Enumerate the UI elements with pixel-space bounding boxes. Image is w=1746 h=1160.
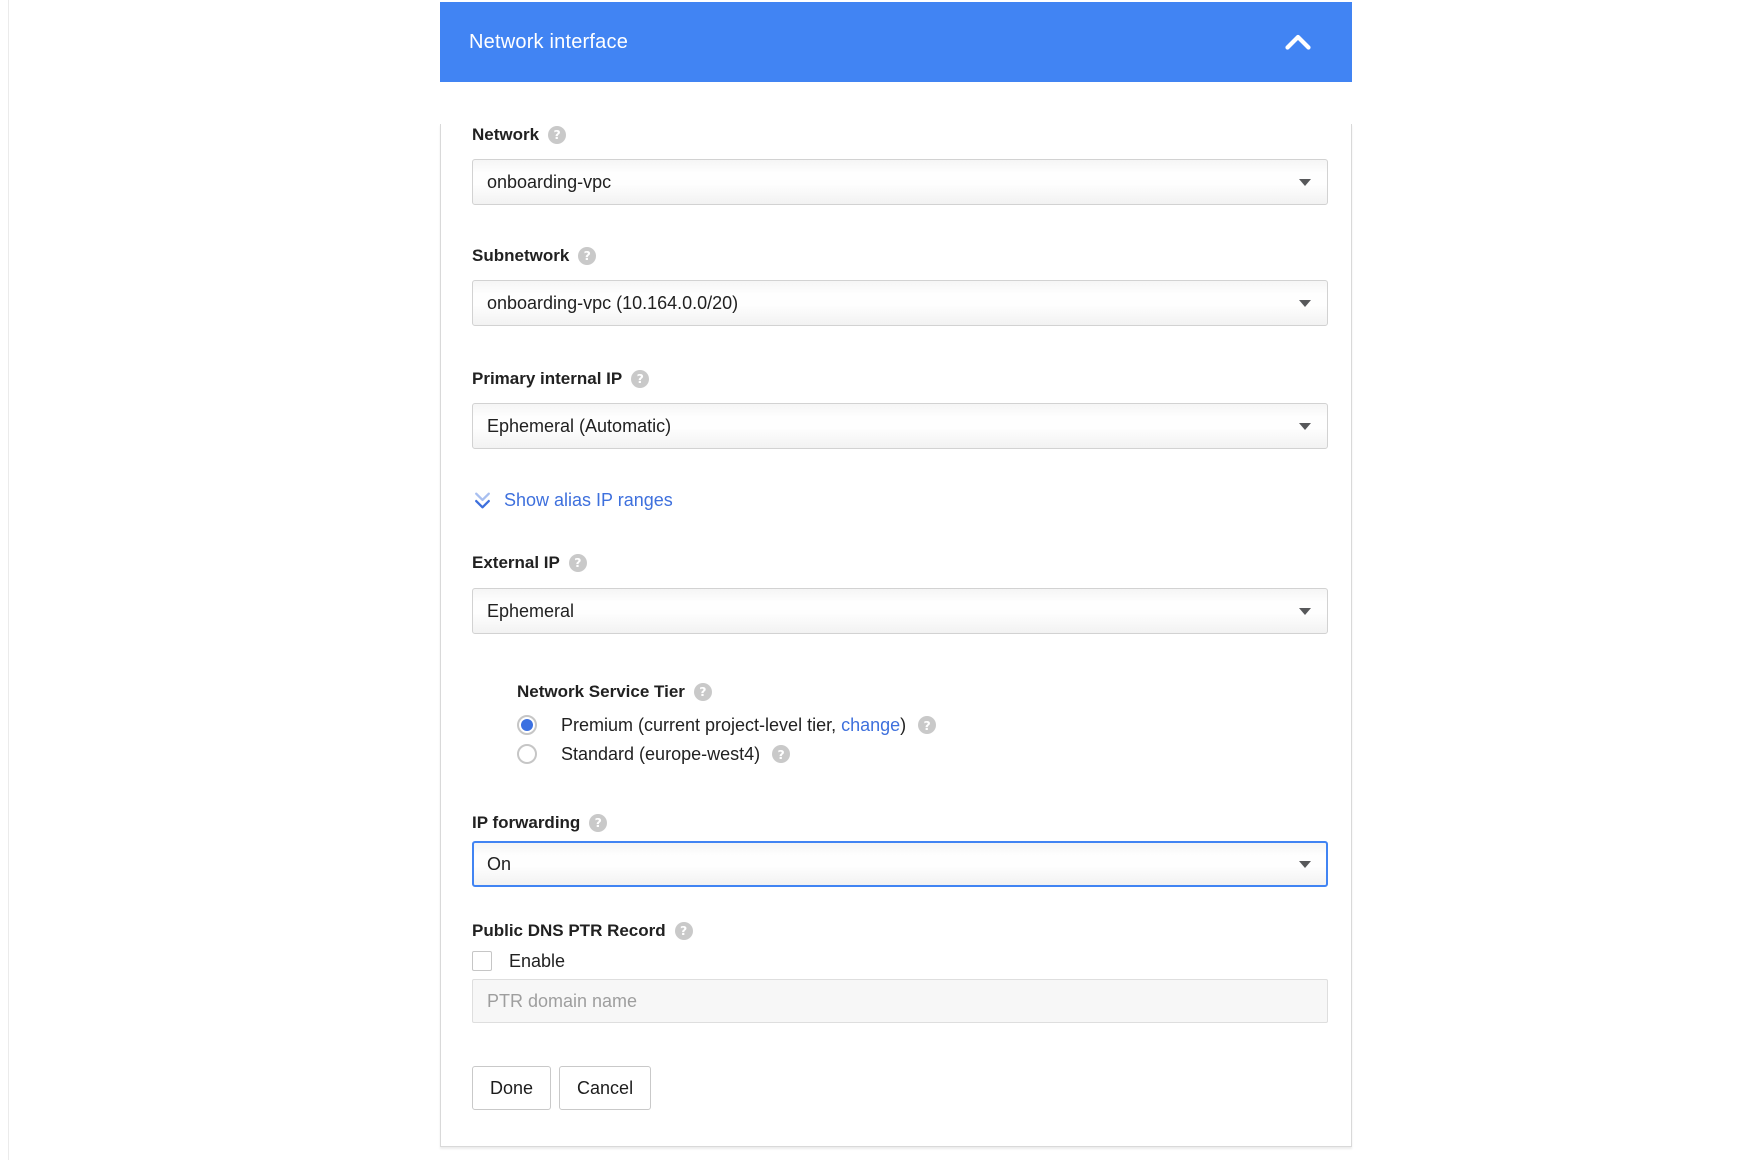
page-left-border bbox=[8, 0, 9, 1160]
ip-forwarding-select[interactable]: On bbox=[472, 841, 1328, 887]
premium-tier-option[interactable]: Premium (current project-level tier, cha… bbox=[517, 711, 1328, 739]
panel-body: Network ? onboarding-vpc Subnetwork ? on… bbox=[440, 124, 1352, 1147]
caret-down-icon bbox=[1299, 608, 1311, 615]
help-icon[interactable]: ? bbox=[569, 554, 587, 572]
premium-radio-button[interactable] bbox=[517, 715, 537, 735]
double-chevron-down-icon bbox=[472, 490, 493, 511]
network-label: Network bbox=[472, 124, 539, 146]
panel-header: Network interface bbox=[440, 2, 1352, 82]
help-icon[interactable]: ? bbox=[694, 683, 712, 701]
ip-forwarding-label-row: IP forwarding ? bbox=[472, 812, 1328, 834]
panel-title: Network interface bbox=[469, 31, 628, 54]
network-service-tier-label: Network Service Tier bbox=[517, 681, 685, 703]
action-buttons: Done Cancel bbox=[472, 1066, 1328, 1110]
external-ip-label-row: External IP ? bbox=[472, 552, 1328, 574]
subnetwork-label: Subnetwork bbox=[472, 245, 569, 267]
network-label-row: Network ? bbox=[472, 124, 1328, 146]
cancel-button[interactable]: Cancel bbox=[559, 1066, 651, 1110]
enable-ptr-checkbox[interactable] bbox=[472, 951, 492, 971]
primary-internal-ip-label-row: Primary internal IP ? bbox=[472, 368, 1328, 390]
enable-ptr-row[interactable]: Enable bbox=[472, 947, 1328, 975]
primary-internal-ip-select-value: Ephemeral (Automatic) bbox=[487, 416, 671, 437]
premium-label-prefix: Premium (current project-level tier, bbox=[561, 715, 841, 735]
caret-down-icon bbox=[1299, 423, 1311, 430]
network-service-tier-group: Network Service Tier ? Premium (current … bbox=[517, 681, 1328, 768]
help-icon[interactable]: ? bbox=[548, 126, 566, 144]
premium-label-suffix: ) bbox=[900, 715, 906, 735]
external-ip-label: External IP bbox=[472, 552, 560, 574]
collapse-panel-button[interactable] bbox=[1285, 34, 1311, 50]
help-icon[interactable]: ? bbox=[631, 370, 649, 388]
primary-internal-ip-label: Primary internal IP bbox=[472, 368, 622, 390]
help-icon[interactable]: ? bbox=[675, 922, 693, 940]
external-ip-select-value: Ephemeral bbox=[487, 601, 574, 622]
help-icon[interactable]: ? bbox=[589, 814, 607, 832]
network-service-tier-label-row: Network Service Tier ? bbox=[517, 681, 1328, 703]
caret-down-icon bbox=[1299, 300, 1311, 307]
network-interface-panel: Network interface Network ? onboarding-v… bbox=[440, 2, 1352, 1147]
subnetwork-select[interactable]: onboarding-vpc (10.164.0.0/20) bbox=[472, 280, 1328, 326]
primary-internal-ip-select[interactable]: Ephemeral (Automatic) bbox=[472, 403, 1328, 449]
show-alias-ip-ranges-link[interactable]: Show alias IP ranges bbox=[472, 488, 1328, 512]
caret-down-icon bbox=[1299, 179, 1311, 186]
caret-down-icon bbox=[1299, 861, 1311, 868]
chevron-up-icon bbox=[1285, 34, 1311, 50]
ip-forwarding-label: IP forwarding bbox=[472, 812, 580, 834]
public-dns-ptr-label: Public DNS PTR Record bbox=[472, 920, 666, 942]
network-select-value: onboarding-vpc bbox=[487, 172, 611, 193]
standard-option-label: Standard (europe-west4) bbox=[561, 744, 760, 765]
enable-ptr-label: Enable bbox=[509, 951, 565, 972]
public-dns-ptr-label-row: Public DNS PTR Record ? bbox=[472, 920, 1328, 942]
change-tier-link[interactable]: change bbox=[841, 715, 900, 735]
done-button[interactable]: Done bbox=[472, 1066, 551, 1110]
standard-tier-option[interactable]: Standard (europe-west4) ? bbox=[517, 740, 1328, 768]
ptr-domain-name-input[interactable] bbox=[472, 979, 1328, 1023]
help-icon[interactable]: ? bbox=[578, 247, 596, 265]
network-select[interactable]: onboarding-vpc bbox=[472, 159, 1328, 205]
help-icon[interactable]: ? bbox=[772, 745, 790, 763]
ip-forwarding-select-value: On bbox=[487, 854, 511, 875]
subnetwork-label-row: Subnetwork ? bbox=[472, 245, 1328, 267]
subnetwork-select-value: onboarding-vpc (10.164.0.0/20) bbox=[487, 293, 738, 314]
external-ip-select[interactable]: Ephemeral bbox=[472, 588, 1328, 634]
show-alias-ip-ranges-label: Show alias IP ranges bbox=[504, 490, 673, 511]
premium-option-label: Premium (current project-level tier, cha… bbox=[561, 715, 906, 736]
help-icon[interactable]: ? bbox=[918, 716, 936, 734]
standard-radio-button[interactable] bbox=[517, 744, 537, 764]
